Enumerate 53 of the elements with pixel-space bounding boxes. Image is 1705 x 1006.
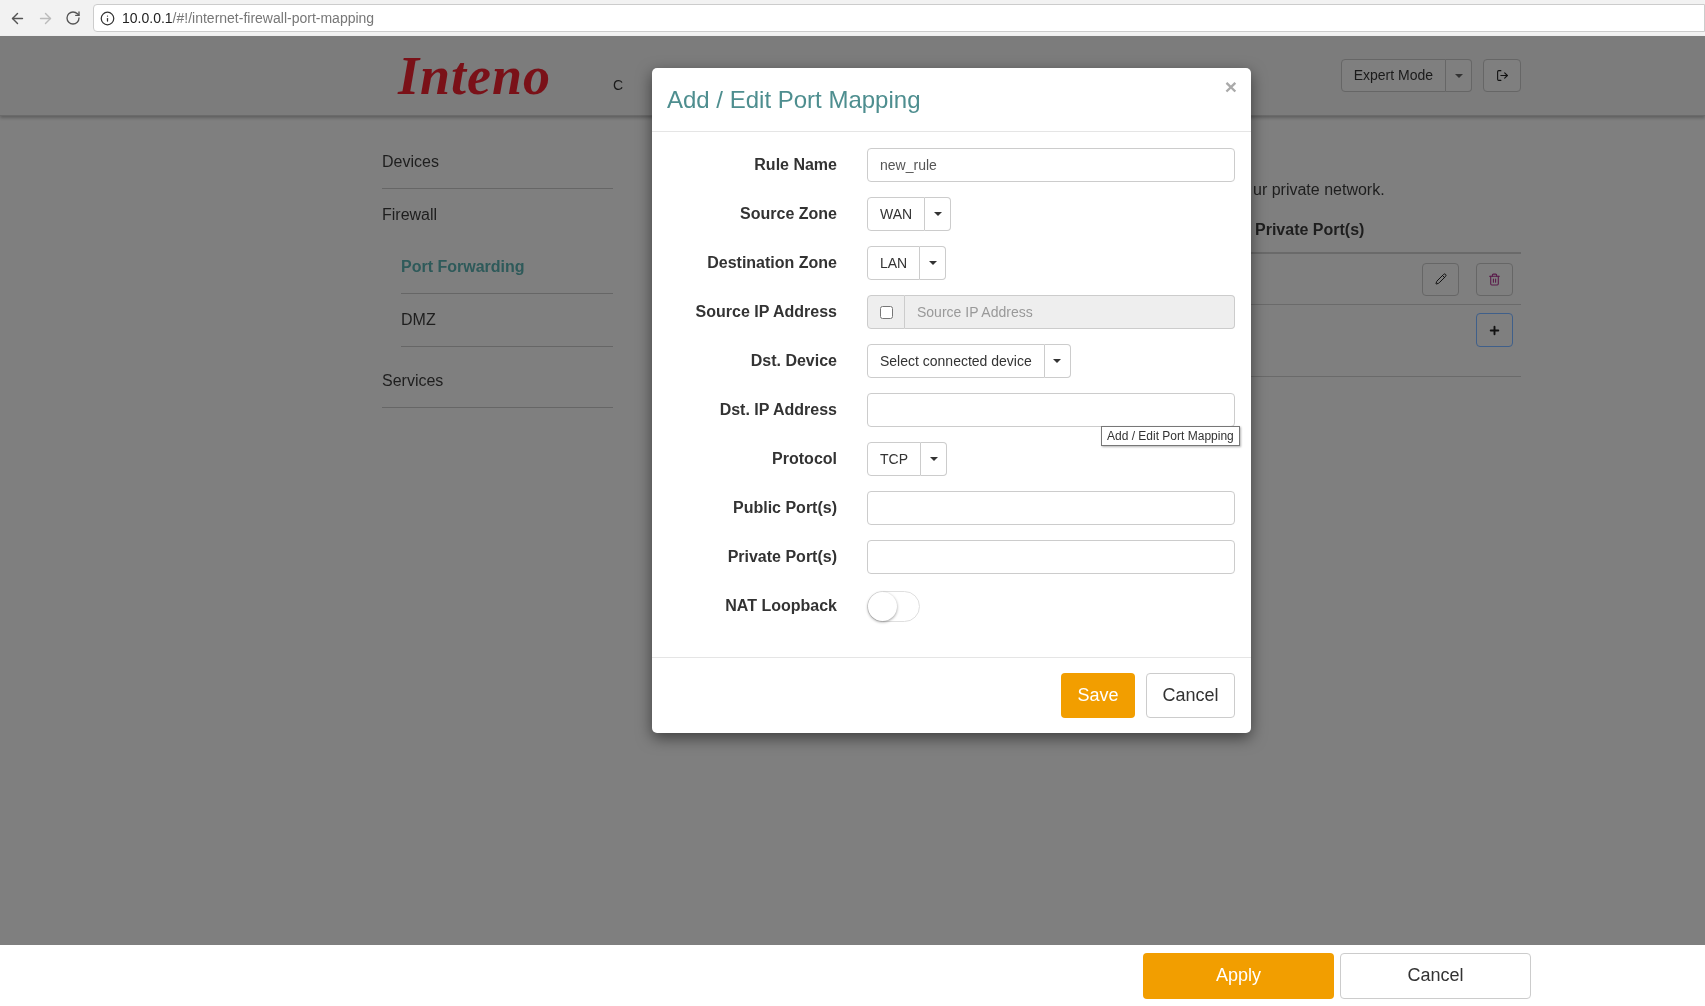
checkbox[interactable] bbox=[879, 305, 893, 319]
dropdown-toggle[interactable] bbox=[1446, 59, 1472, 92]
nav-item[interactable]: C bbox=[613, 75, 624, 96]
close-button[interactable]: × bbox=[1224, 76, 1237, 97]
add-button[interactable] bbox=[1476, 313, 1513, 347]
cancel-button[interactable]: Cancel bbox=[1340, 952, 1531, 999]
caret-icon bbox=[929, 457, 938, 461]
sidebar-subitem[interactable]: DMZ bbox=[401, 294, 613, 347]
sidebar-item[interactable]: Services bbox=[382, 355, 613, 408]
url-text: 10.0.0.1/#!/internet-firewall-port-mapping bbox=[122, 8, 375, 28]
field-label: Rule Name bbox=[753, 155, 837, 175]
field-label: NAT Loopback bbox=[724, 596, 837, 616]
description-text: ur private network. bbox=[1253, 180, 1386, 200]
info-icon[interactable] bbox=[100, 10, 115, 26]
text-field[interactable] bbox=[867, 491, 1235, 525]
plus-icon bbox=[1488, 323, 1501, 337]
reload-icon[interactable] bbox=[65, 10, 81, 26]
text-field[interactable] bbox=[867, 393, 1235, 427]
sidebar-item[interactable]: Firewall bbox=[382, 189, 613, 241]
expert-mode-button[interactable]: Expert Mode bbox=[1340, 59, 1446, 92]
column-header: Private Port(s) bbox=[1255, 221, 1365, 238]
edit-button[interactable] bbox=[1422, 262, 1459, 296]
field-label: Source Zone bbox=[739, 204, 837, 224]
caret-icon bbox=[1454, 73, 1463, 78]
delete-button[interactable] bbox=[1476, 262, 1513, 296]
select-button[interactable]: TCP bbox=[867, 442, 921, 476]
select-button[interactable]: LAN bbox=[867, 246, 921, 280]
field-label: Protocol bbox=[771, 449, 837, 469]
field-label: Destination Zone bbox=[706, 253, 837, 273]
logo: Inteno bbox=[398, 48, 552, 103]
sidebar-item[interactable]: Devices bbox=[382, 136, 613, 189]
cancel-button[interactable]: Cancel bbox=[1146, 673, 1235, 718]
modal-title: Add / Edit Port Mapping bbox=[667, 84, 921, 115]
text-field[interactable]: new_rule bbox=[867, 148, 1235, 182]
text-field[interactable] bbox=[867, 540, 1235, 574]
tooltip: Add / Edit Port Mapping bbox=[1101, 426, 1240, 446]
trash-icon bbox=[1488, 272, 1501, 286]
field-label: Dst. IP Address bbox=[718, 400, 837, 420]
caret-icon bbox=[933, 212, 942, 216]
caret-icon bbox=[1053, 359, 1062, 363]
field-label: Dst. Device bbox=[749, 351, 837, 371]
toggle-switch[interactable] bbox=[867, 590, 920, 622]
pencil-icon bbox=[1434, 273, 1447, 285]
select-button[interactable]: WAN bbox=[867, 197, 926, 231]
ip-address-field[interactable]: Source IP Address bbox=[905, 295, 1235, 329]
field-label: Public Port(s) bbox=[732, 498, 837, 518]
logout-icon bbox=[1495, 69, 1509, 82]
select-button[interactable]: Select connected device bbox=[867, 344, 1045, 378]
field-label: Source IP Address bbox=[694, 302, 837, 322]
logout-button[interactable] bbox=[1483, 59, 1521, 92]
address-bar[interactable]: 10.0.0.1/#!/internet-firewall-port-mapping bbox=[93, 4, 1705, 32]
field-label: Private Port(s) bbox=[726, 547, 837, 567]
caret-icon bbox=[928, 261, 937, 265]
